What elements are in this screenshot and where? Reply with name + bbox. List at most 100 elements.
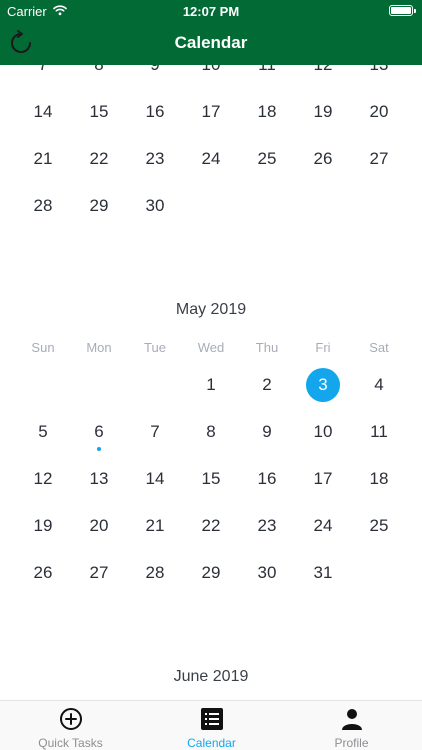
tab-bar: Quick Tasks Calendar Profile — [0, 700, 422, 750]
calendar-day[interactable]: 28 — [127, 549, 183, 596]
day-number: 21 — [33, 149, 53, 168]
calendar-day[interactable]: 30 — [127, 182, 183, 229]
calendar-day[interactable]: 17 — [183, 88, 239, 135]
day-number: 25 — [257, 149, 277, 168]
day-number: 14 — [33, 102, 53, 121]
calendar-day[interactable]: 19 — [15, 502, 71, 549]
day-number: 27 — [89, 563, 109, 582]
calendar-day[interactable]: 7 — [127, 408, 183, 455]
calendar-day[interactable]: 11 — [351, 408, 407, 455]
calendar-day[interactable]: 11 — [239, 65, 295, 88]
calendar-day[interactable]: 20 — [351, 88, 407, 135]
calendar-day[interactable]: 25 — [239, 135, 295, 182]
calendar-day[interactable]: 12 — [295, 65, 351, 88]
calendar-day[interactable]: 16 — [127, 88, 183, 135]
calendar-day[interactable]: 2 — [239, 361, 295, 408]
day-number: 18 — [257, 102, 277, 121]
calendar-day[interactable]: 26 — [15, 549, 71, 596]
tab-quick-tasks[interactable]: Quick Tasks — [0, 701, 141, 750]
calendar-day[interactable]: 18 — [351, 455, 407, 502]
calendar-day[interactable]: 15 — [71, 88, 127, 135]
may-weeks: 1 2 3 4 5 6 7 8 9 10 11 12 13 14 15 16 17 18 19 20 21 22 23 24 2… — [15, 361, 407, 596]
calendar-week: 14 15 16 17 18 19 20 — [15, 88, 407, 135]
calendar-day[interactable]: 27 — [71, 549, 127, 596]
day-number: 25 — [369, 516, 389, 535]
calendar-day[interactable]: 23 — [127, 135, 183, 182]
calendar-day[interactable]: 5 — [15, 408, 71, 455]
april-weeks: 7 8 9 10 111213 14 151617 18 19 20 21 222324 25 26 27 2… — [15, 65, 407, 229]
day-number: 10 — [202, 65, 221, 74]
day-number: 27 — [369, 149, 389, 168]
tab-profile[interactable]: Profile — [281, 701, 422, 750]
calendar-day[interactable]: 9 — [127, 65, 183, 88]
battery-icon — [389, 5, 416, 16]
calendar-day[interactable]: 20 — [71, 502, 127, 549]
calendar-day[interactable]: 10 — [183, 65, 239, 88]
calendar-day[interactable]: 12 — [15, 455, 71, 502]
day-number: 8 — [94, 65, 103, 74]
calendar-week: 28 29 30 — [15, 182, 407, 229]
day-number: 30 — [145, 196, 165, 215]
calendar-day[interactable]: 13 — [71, 455, 127, 502]
day-number: 3 — [306, 368, 340, 402]
calendar-day[interactable]: 14 — [15, 88, 71, 135]
list-icon — [201, 708, 223, 730]
calendar-week: 12 13 14 15 16 17 18 — [15, 455, 407, 502]
calendar-day[interactable]: 31 — [295, 549, 351, 596]
day-number: 30 — [257, 563, 277, 582]
calendar-day[interactable]: 28 — [15, 182, 71, 229]
calendar-day[interactable]: 26 — [295, 135, 351, 182]
weekday-label: Fri — [315, 340, 331, 355]
calendar-week: 26 27 28 29 30 31 — [15, 549, 407, 596]
calendar-day[interactable]: 30 — [239, 549, 295, 596]
day-number: 14 — [145, 469, 165, 488]
calendar-day[interactable]: 7 — [15, 65, 71, 88]
day-number: 2 — [262, 375, 272, 394]
day-number: 19 — [313, 102, 333, 121]
calendar-day[interactable]: 17 — [295, 455, 351, 502]
calendar-day[interactable]: 19 — [295, 88, 351, 135]
calendar-day[interactable]: 22 — [71, 135, 127, 182]
calendar-day[interactable]: 8 — [183, 408, 239, 455]
tab-calendar[interactable]: Calendar — [141, 701, 282, 750]
page-title: Calendar — [174, 33, 248, 52]
month-title-june: June 2019 — [173, 668, 249, 685]
day-number: 7 — [38, 65, 47, 74]
calendar-day[interactable]: 14 — [127, 455, 183, 502]
calendar-day[interactable]: 24 — [183, 135, 239, 182]
calendar-day[interactable]: 25 — [351, 502, 407, 549]
day-number: 23 — [257, 516, 277, 535]
calendar-day[interactable]: 18 — [239, 88, 295, 135]
tab-label: Calendar — [187, 736, 236, 750]
calendar-day[interactable]: 9 — [239, 408, 295, 455]
day-number: 12 — [33, 469, 53, 488]
calendar-day-with-event[interactable]: 6 — [71, 408, 127, 455]
calendar-scroll[interactable]: 7891011121314151617181920212223242526272… — [0, 65, 422, 700]
day-number: 8 — [206, 422, 216, 441]
calendar-day[interactable]: 15 — [183, 455, 239, 502]
calendar-day[interactable]: 21 — [15, 135, 71, 182]
calendar-day[interactable]: 4 — [351, 361, 407, 408]
calendar-day[interactable]: 8 — [71, 65, 127, 88]
calendar-day[interactable]: 22 — [183, 502, 239, 549]
calendar-day[interactable]: 23 — [239, 502, 295, 549]
calendar-week: 1 2 3 4 — [15, 361, 407, 408]
plus-circle-icon — [60, 708, 82, 730]
day-number: 9 — [262, 422, 272, 441]
day-number: 18 — [369, 469, 389, 488]
calendar-day[interactable]: 27 — [351, 135, 407, 182]
calendar-day[interactable]: 10 — [295, 408, 351, 455]
calendar-day[interactable]: 24 — [295, 502, 351, 549]
month-title-may: May 2019 — [175, 301, 247, 318]
calendar-day[interactable]: 29 — [183, 549, 239, 596]
day-number: 29 — [201, 563, 221, 582]
calendar-day[interactable]: 1 — [183, 361, 239, 408]
status-bar: Carrier 12:07 PM — [0, 0, 422, 22]
calendar-day[interactable]: 29 — [71, 182, 127, 229]
day-number: 28 — [145, 563, 165, 582]
calendar-day[interactable]: 13 — [351, 65, 407, 88]
calendar-day[interactable]: 16 — [239, 455, 295, 502]
calendar-day-selected[interactable]: 3 — [295, 361, 351, 408]
calendar-day[interactable]: 21 — [127, 502, 183, 549]
weekday-label: Sat — [369, 340, 389, 355]
